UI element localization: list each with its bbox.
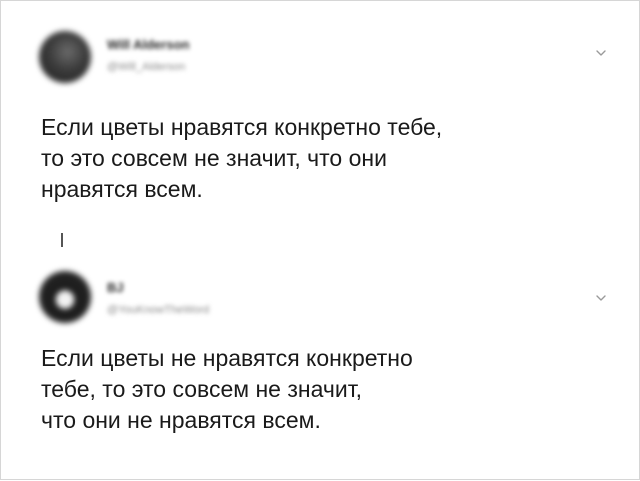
display-name[interactable]: Will Alderson xyxy=(107,37,189,52)
thread-connector-line xyxy=(61,233,63,247)
chevron-down-icon[interactable] xyxy=(593,45,609,61)
screenshot-frame: Will Alderson @Will_Alderson Если цветы … xyxy=(0,0,640,480)
tweet-card[interactable]: BJ @YouKnowTheWord Если цветы не нравятс… xyxy=(1,256,640,481)
user-handle[interactable]: @Will_Alderson xyxy=(107,61,185,73)
chevron-down-icon[interactable] xyxy=(593,290,609,306)
tweet-card[interactable]: Will Alderson @Will_Alderson Если цветы … xyxy=(1,1,640,231)
tweet-text: Если цветы нравятся конкретно тебе, то э… xyxy=(41,114,443,202)
display-name[interactable]: BJ xyxy=(107,280,124,295)
user-avatar-icon[interactable] xyxy=(39,271,91,323)
tweet-text: Если цветы не нравятся конкретно тебе, т… xyxy=(41,345,413,433)
user-avatar-icon[interactable] xyxy=(39,31,91,83)
user-handle[interactable]: @YouKnowTheWord xyxy=(107,304,209,316)
